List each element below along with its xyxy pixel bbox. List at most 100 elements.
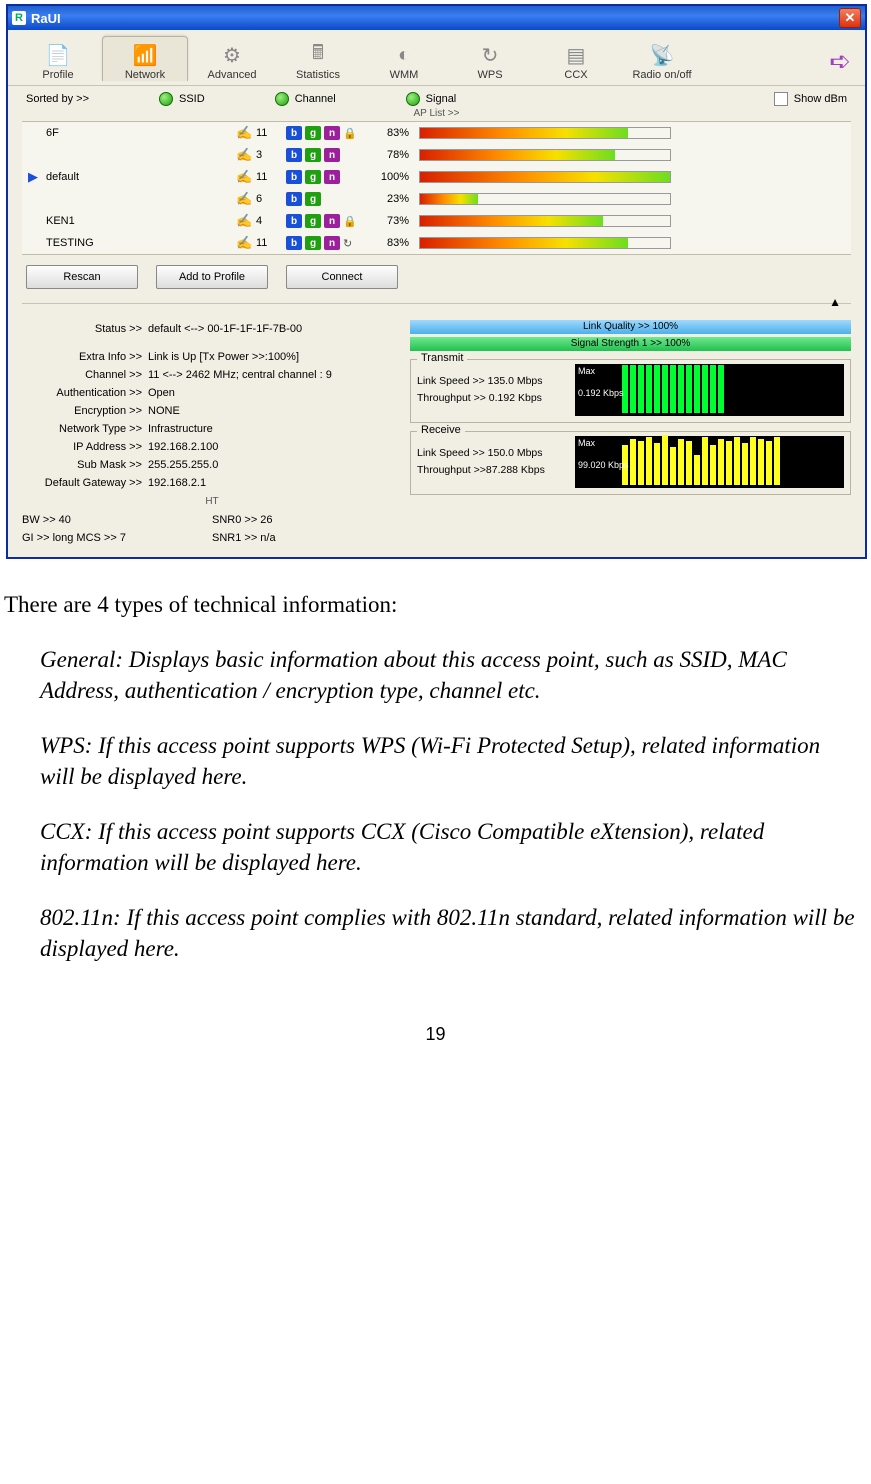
mode-n-icon: n [324, 148, 340, 162]
lock-icon: 🔒 [343, 127, 359, 140]
window-title: RaUI [31, 11, 61, 26]
arrow-next-icon[interactable]: ➪ [823, 42, 857, 81]
sort-signal[interactable]: Signal [406, 92, 457, 106]
auth-icon: ✍ [236, 235, 256, 251]
mode-b-icon: b [286, 170, 302, 184]
transmit-fieldset: Transmit Link Speed >> 135.0 Mbps Throug… [410, 359, 851, 423]
ap-channel: 6 [256, 193, 286, 205]
mode-b-icon: b [286, 236, 302, 250]
ap-row[interactable]: KEN1 ✍ 4 b g n 🔒 73% [22, 210, 851, 232]
tab-radio[interactable]: 📡Radio on/off [620, 37, 704, 81]
extra-info-value: Link is Up [Tx Power >>:100%] [148, 348, 402, 366]
ap-signal-pct: 78% [359, 149, 419, 161]
lock-icon: 🔒 [343, 215, 359, 228]
tab-wmm[interactable]: ◐WMM [362, 37, 446, 81]
ip-value: 192.168.2.100 [148, 438, 402, 456]
tx-graph: Max0.192 Kbps [575, 364, 844, 416]
sort-row: Sorted by >> SSID Channel Signal Show dB… [8, 86, 865, 106]
network-type-value: Infrastructure [148, 420, 402, 438]
auth-icon: ✍ [236, 213, 256, 229]
ap-list-label: AP List >> [8, 106, 865, 121]
rx-graph: Max99.020 Kbps [575, 436, 844, 488]
ap-row[interactable]: ▶ default ✍ 11 b g n 100% [22, 166, 851, 188]
collapse-up-icon[interactable]: ▲ [829, 295, 841, 309]
encryption-value: NONE [148, 402, 402, 420]
ap-row[interactable]: ✍ 6 b g 23% [22, 188, 851, 210]
mode-g-icon: g [305, 126, 321, 140]
channel-value: 11 <--> 2462 MHz; central channel : 9 [148, 366, 402, 384]
ap-row[interactable]: ✍ 3 b g n 78% [22, 144, 851, 166]
sort-channel[interactable]: Channel [275, 92, 336, 106]
ap-channel: 3 [256, 149, 286, 161]
add-to-profile-button[interactable]: Add to Profile [156, 265, 268, 289]
auth-value: Open [148, 384, 402, 402]
lock-icon: ↻ [343, 237, 359, 250]
mode-b-icon: b [286, 192, 302, 206]
ap-channel: 11 [256, 171, 286, 183]
tab-statistics[interactable]: 🖩Statistics [276, 37, 360, 81]
doc-intro: There are 4 types of technical informati… [4, 589, 867, 620]
status-value: default <--> 00-1F-1F-1F-7B-00 [148, 320, 402, 338]
selected-indicator-icon: ▶ [28, 169, 38, 184]
tab-ccx[interactable]: ▤CCX [534, 37, 618, 81]
rx-speed: Link Speed >> 150.0 Mbps [417, 445, 567, 462]
sort-ssid[interactable]: SSID [159, 92, 205, 106]
ap-signal-bar [419, 149, 671, 161]
ap-signal-bar [419, 193, 671, 205]
tab-advanced[interactable]: ⚙Advanced [190, 37, 274, 81]
tab-wps[interactable]: ↻WPS [448, 37, 532, 81]
ap-signal-bar [419, 237, 671, 249]
tx-throughput: Throughput >> 0.192 Kbps [417, 390, 567, 407]
document-body: There are 4 types of technical informati… [0, 559, 871, 964]
title-bar[interactable]: R RaUI ✕ [8, 6, 865, 30]
connect-button[interactable]: Connect [286, 265, 398, 289]
ap-signal-bar [419, 215, 671, 227]
auth-icon: ✍ [236, 125, 256, 141]
app-icon: R [12, 11, 26, 25]
mask-value: 255.255.255.0 [148, 456, 402, 474]
gateway-value: 192.168.2.1 [148, 474, 402, 492]
ap-ssid: KEN1 [46, 215, 236, 227]
main-toolbar: 📄Profile 📶Network ⚙Advanced 🖩Statistics … [8, 30, 865, 86]
doc-item-wps: WPS: If this access point supports WPS (… [40, 730, 859, 792]
panel-divider: ▲ [22, 303, 851, 316]
ap-row[interactable]: 6F ✍ 11 b g n 🔒 83% [22, 122, 851, 144]
ht-grid: BW >> 40SNR0 >> 26 GI >> long MCS >> 7SN… [22, 511, 402, 547]
mode-g-icon: g [305, 192, 321, 206]
tab-network[interactable]: 📶Network [102, 36, 188, 81]
ap-ssid: TESTING [46, 237, 236, 249]
ht-label: HT [22, 496, 402, 507]
ap-ssid: default [46, 171, 236, 183]
rescan-button[interactable]: Rescan [26, 265, 138, 289]
auth-icon: ✍ [236, 147, 256, 163]
doc-item-general: General: Displays basic information abou… [40, 644, 859, 706]
rx-throughput: Throughput >>87.288 Kbps [417, 462, 567, 479]
mode-n-icon: n [324, 126, 340, 140]
tab-profile[interactable]: 📄Profile [16, 37, 100, 81]
ap-signal-bar [419, 171, 671, 183]
ap-signal-pct: 73% [359, 215, 419, 227]
doc-item-80211n: 802.11n: If this access point complies w… [40, 902, 859, 964]
auth-icon: ✍ [236, 169, 256, 185]
mode-n-icon: n [324, 236, 340, 250]
ap-signal-pct: 23% [359, 193, 419, 205]
show-dbm-checkbox[interactable]: Show dBm [774, 92, 847, 106]
close-button[interactable]: ✕ [839, 8, 861, 28]
mode-g-icon: g [305, 148, 321, 162]
doc-item-ccx: CCX: If this access point supports CCX (… [40, 816, 859, 878]
ap-signal-bar [419, 127, 671, 139]
ap-ssid: 6F [46, 127, 236, 139]
action-buttons: Rescan Add to Profile Connect [8, 255, 865, 299]
mode-g-icon: g [305, 170, 321, 184]
mode-n-icon: n [324, 214, 340, 228]
mode-n-icon: n [324, 170, 340, 184]
mode-b-icon: b [286, 214, 302, 228]
ap-channel: 4 [256, 215, 286, 227]
ap-list[interactable]: 6F ✍ 11 b g n 🔒 83% ✍ 3 b g n 78% ▶ defa… [22, 121, 851, 255]
ap-signal-pct: 83% [359, 127, 419, 139]
mode-b-icon: b [286, 126, 302, 140]
ap-signal-pct: 100% [359, 171, 419, 183]
receive-fieldset: Receive Link Speed >> 150.0 Mbps Through… [410, 431, 851, 495]
page-number: 19 [0, 1024, 871, 1065]
ap-row[interactable]: TESTING ✍ 11 b g n ↻ 83% [22, 232, 851, 254]
